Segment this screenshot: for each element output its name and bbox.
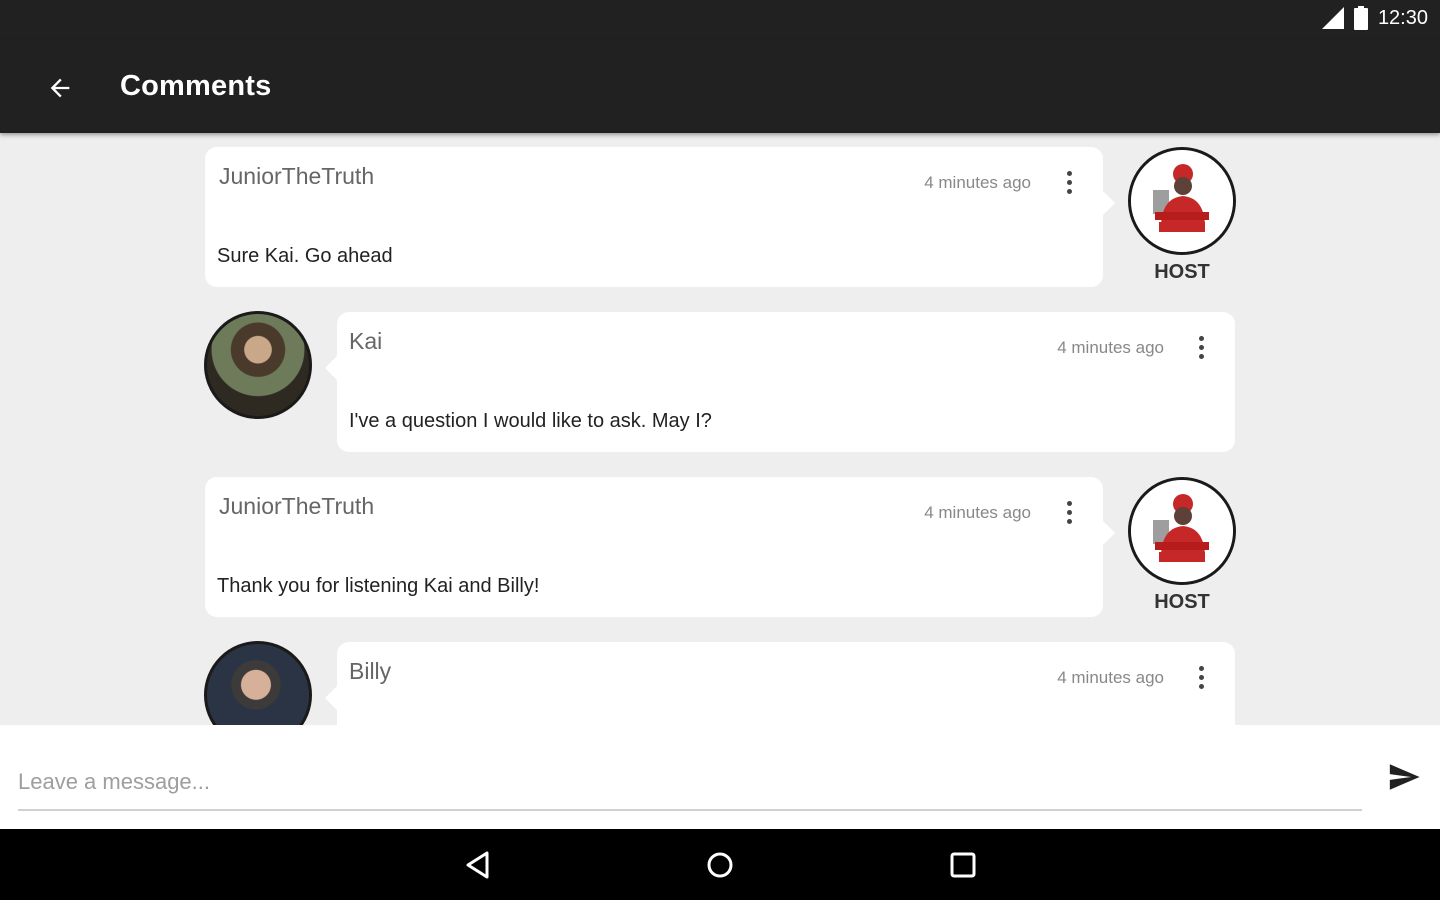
nav-home-button[interactable] — [698, 843, 742, 887]
status-time: 12:30 — [1377, 6, 1428, 29]
nav-back-button[interactable] — [456, 843, 500, 887]
message-input[interactable] — [18, 755, 1362, 811]
host-label: HOST — [1154, 261, 1210, 283]
comment-bubble: Kai 4 minutes ago I've a question I woul… — [325, 312, 1235, 452]
host-logo-icon — [1131, 150, 1233, 252]
comment-bubble: Billy 4 minutes ago — [325, 642, 1235, 725]
comment-time: 4 minutes ago — [924, 503, 1031, 522]
more-options-button[interactable] — [1189, 662, 1213, 692]
avatar[interactable] — [204, 641, 312, 725]
host-label: HOST — [1154, 591, 1210, 613]
host-logo-icon — [1131, 480, 1233, 582]
comment-bubble: JuniorTheTruth 4 minutes ago Sure Kai. G… — [205, 147, 1115, 287]
comment-author: JuniorTheTruth — [219, 493, 375, 519]
message-composer — [0, 725, 1440, 829]
comment-text: I've a question I would like to ask. May… — [349, 410, 712, 432]
avatar[interactable] — [204, 311, 312, 419]
battery-icon — [1353, 6, 1368, 30]
nav-home-icon — [707, 852, 733, 878]
navigation-bar — [0, 829, 1440, 900]
signal-icon — [1321, 7, 1344, 29]
nav-recents-icon — [950, 852, 976, 878]
comments-list[interactable]: JuniorTheTruth 4 minutes ago Sure Kai. G… — [0, 133, 1440, 725]
arrow-back-icon — [50, 78, 70, 98]
comment-author: JuniorTheTruth — [219, 163, 375, 189]
back-button[interactable] — [40, 68, 80, 108]
send-button[interactable] — [1382, 755, 1426, 799]
more-options-button[interactable] — [1189, 332, 1213, 362]
host-avatar[interactable] — [1128, 147, 1236, 255]
status-icons: 12:30 — [1321, 6, 1428, 30]
status-bar: 12:30 — [0, 0, 1440, 40]
more-options-button[interactable] — [1057, 167, 1081, 197]
app-bar: Comments — [0, 40, 1440, 133]
comment-time: 4 minutes ago — [1057, 338, 1164, 357]
nav-back-icon — [466, 851, 489, 879]
comment-bubble: JuniorTheTruth 4 minutes ago Thank you f… — [205, 477, 1115, 617]
page-title: Comments — [120, 70, 272, 102]
host-avatar[interactable] — [1128, 477, 1236, 585]
comment-text: Sure Kai. Go ahead — [217, 245, 393, 267]
comment-time: 4 minutes ago — [924, 173, 1031, 192]
more-options-button[interactable] — [1057, 497, 1081, 527]
comment-text: Thank you for listening Kai and Billy! — [217, 575, 540, 597]
comment-author: Kai — [349, 328, 383, 354]
nav-recents-button[interactable] — [941, 843, 985, 887]
comment-time: 4 minutes ago — [1057, 668, 1164, 687]
send-icon — [1389, 764, 1420, 790]
comment-author: Billy — [349, 658, 392, 684]
